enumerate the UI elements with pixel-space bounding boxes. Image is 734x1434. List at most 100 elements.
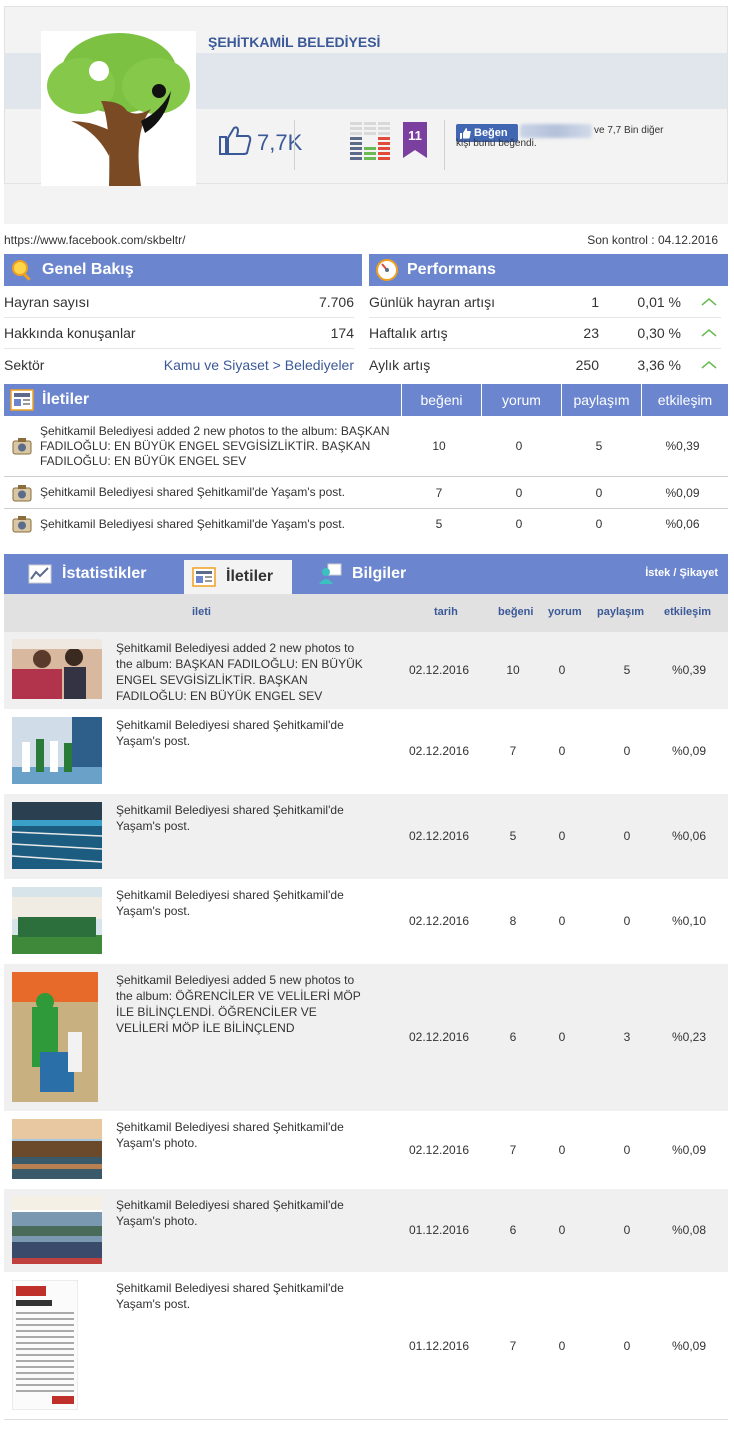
blurred-friend-name [520,124,592,138]
list-item[interactable]: Şehitkamil Belediyesi shared Şehitkamil'… [4,709,728,794]
summary-row[interactable]: Şehitkamil Belediyesi shared Şehitkamil'… [4,509,728,539]
post-shares: 0 [623,1339,631,1353]
summary-post-text-cell: Şehitkamil Belediyesi added 2 new photos… [4,424,399,469]
perf-label: Haftalık artış [369,325,448,341]
newspaper-icon [192,567,216,587]
tree-logo-icon [47,33,190,186]
post-date: 01.12.2016 [408,1223,470,1237]
list-item[interactable]: Şehitkamil Belediyesi shared Şehitkamil'… [4,794,728,879]
overview-title: Genel Bakış [42,261,134,278]
summary-comments: 0 [515,439,523,453]
perf-pct: 0,30 % [637,325,681,341]
stat-value: 7.706 [318,294,354,310]
post-engagement: %0,23 [671,1030,707,1044]
request-complaint-link[interactable]: İstek / Şikayet [645,567,718,579]
post-engagement: %0,09 [671,744,707,758]
col-likes: beğeni [401,384,481,416]
perf-count: 23 [583,325,599,341]
col-comments: yorum [548,606,582,618]
summary-shares: 0 [595,517,603,531]
person-info-icon [319,563,342,584]
list-item[interactable]: Şehitkamil Belediyesi shared Şehitkamil'… [4,1272,728,1420]
perf-count: 250 [575,356,599,373]
posts-summary-title: İletiler [42,391,90,408]
post-thumbnail[interactable] [12,1119,102,1179]
page-title[interactable]: ŞEHİTKAMİL BELEDİYESİ [208,34,380,50]
post-likes: 6 [509,1223,517,1237]
post-thumbnail[interactable] [12,639,102,699]
post-date: 02.12.2016 [408,914,470,928]
col-shares: paylaşım [561,384,641,416]
post-comments: 0 [558,1223,566,1237]
tab-posts[interactable]: İletiler [184,560,292,594]
post-text: Şehitkamil Belediyesi shared Şehitkamil'… [116,888,344,918]
post-thumbnail[interactable] [12,972,98,1102]
last-check-date: Son kontrol : 04.12.2016 [587,233,718,247]
summary-post-text: Şehitkamil Belediyesi shared Şehitkamil'… [40,485,345,499]
stat-row-talking: Hakkında konuşanlar 174 [4,318,354,349]
post-text: Şehitkamil Belediyesi shared Şehitkamil'… [116,803,344,833]
sector-link[interactable]: Kamu ve Siyaset > Belediyeler [164,357,354,373]
stat-row-fans: Hayran sayısı 7.706 [4,287,354,318]
summary-row[interactable]: Şehitkamil Belediyesi shared Şehitkamil'… [4,477,728,509]
camera-icon [12,516,32,533]
post-shares: 0 [623,1223,631,1237]
posts-summary-title-cell: İletiler [4,384,401,416]
post-likes: 5 [509,829,517,843]
tab-label: İletiler [226,568,274,585]
tab-info[interactable]: Bilgiler [318,554,406,594]
page-logo[interactable] [41,31,196,186]
perf-count: 1 [591,294,599,310]
perf-row-weekly: Haftalık artış 23 0,30 % [369,318,721,349]
stat-label: Sektör [4,356,45,373]
summary-row[interactable]: Şehitkamil Belediyesi added 2 new photos… [4,416,728,477]
divider [444,120,445,170]
post-shares: 5 [623,663,631,677]
list-item[interactable]: Şehitkamil Belediyesi shared Şehitkamil'… [4,1111,728,1189]
like-icon [460,127,471,139]
summary-comments: 0 [515,517,523,531]
tab-statistics[interactable]: İstatistikler [28,554,146,594]
post-thumbnail[interactable] [12,1280,78,1410]
post-engagement: %0,10 [671,914,707,928]
summary-likes: 7 [435,485,443,500]
fans-count-short: 7,7K [257,130,303,155]
col-shares: paylaşım [597,606,645,618]
stat-label: Hayran sayısı [4,294,90,310]
stat-value: 174 [330,325,354,341]
page-url-link[interactable]: https://www.facebook.com/skbeltr/ [4,233,185,247]
tab-label: Bilgiler [352,565,407,582]
tab-label: İstatistikler [62,565,147,582]
post-comments: 0 [558,663,566,677]
post-comments: 0 [558,829,566,843]
post-comments: 0 [558,1143,566,1157]
stat-row-sector: Sektör Kamu ve Siyaset > Belediyeler [4,349,354,380]
list-item[interactable]: Şehitkamil Belediyesi shared Şehitkamil'… [4,879,728,964]
post-thumbnail[interactable] [12,802,102,869]
performance-title: Performans [407,261,496,278]
thumbs-up-icon [219,126,252,155]
rank-number: 11 [408,128,422,143]
col-engagement: etkileşim [641,384,728,416]
post-text: Şehitkamil Belediyesi shared Şehitkamil'… [116,1198,344,1228]
list-item[interactable]: Şehitkamil Belediyesi added 5 new photos… [4,964,728,1111]
camera-icon [12,438,32,455]
perf-pct: 3,36 % [637,356,681,373]
post-text: Şehitkamil Belediyesi added 5 new photos… [116,973,361,1035]
post-shares: 0 [623,829,631,843]
post-engagement: %0,09 [671,1143,707,1157]
post-thumbnail[interactable] [12,887,102,954]
post-thumbnail[interactable] [12,1196,102,1264]
list-item[interactable]: Şehitkamil Belediyesi shared Şehitkamil'… [4,1189,728,1272]
divider [294,120,295,170]
summary-post-text: Şehitkamil Belediyesi added 2 new photos… [40,423,390,468]
post-shares: 0 [623,914,631,928]
summary-comments: 0 [515,485,523,500]
post-text: Şehitkamil Belediyesi added 2 new photos… [116,641,363,703]
post-engagement: %0,39 [671,663,707,677]
post-thumbnail[interactable] [12,717,102,784]
posts-list-header: ileti tarih beğeni yorum paylaşım etkile… [4,594,728,632]
like-summary-text-2: kişi bunu beğendi. [456,138,537,149]
summary-shares: 5 [595,439,603,453]
list-item[interactable]: Şehitkamil Belediyesi added 2 new photos… [4,632,728,709]
